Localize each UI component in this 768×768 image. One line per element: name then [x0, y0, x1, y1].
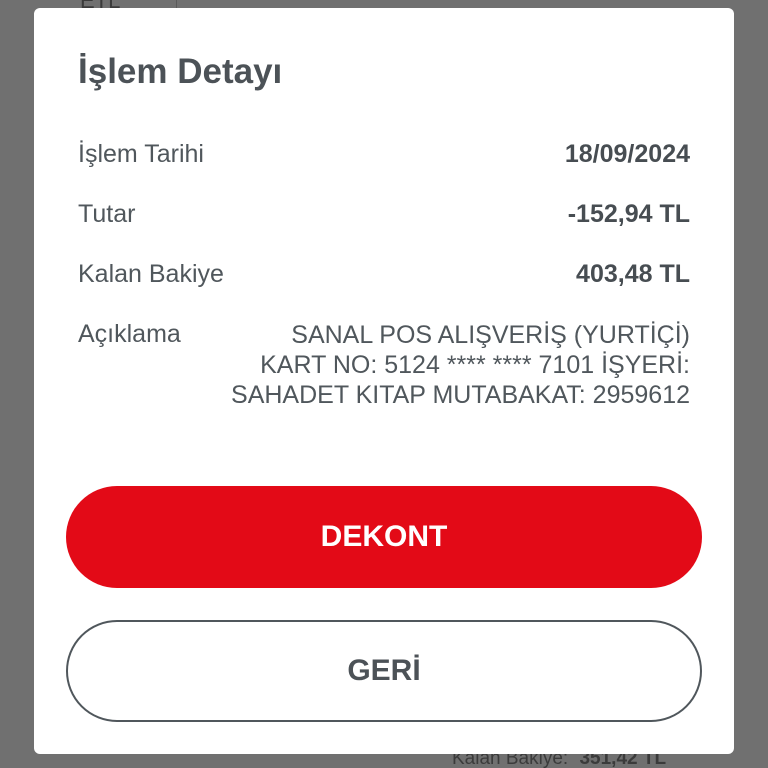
- dialog-title: İşlem Detayı: [78, 52, 283, 91]
- transaction-detail-dialog: İşlem Detayı İşlem Tarihi 18/09/2024 Tut…: [34, 8, 734, 754]
- date-label: İşlem Tarihi: [78, 140, 204, 168]
- back-button[interactable]: GERİ: [66, 620, 702, 722]
- balance-label: Kalan Bakiye: [78, 260, 224, 288]
- detail-row-description: Açıklama SANAL POS ALIŞVERİŞ (YURTİÇİ) K…: [78, 320, 690, 410]
- detail-row-amount: Tutar -152,94 TL: [78, 200, 690, 229]
- detail-row-balance: Kalan Bakiye 403,48 TL: [78, 260, 690, 289]
- amount-label: Tutar: [78, 200, 136, 228]
- description-value: SANAL POS ALIŞVERİŞ (YURTİÇİ) KART NO: 5…: [231, 321, 690, 409]
- amount-value: -152,94 TL: [567, 200, 690, 228]
- background-divider: [176, 0, 177, 8]
- balance-value: 403,48 TL: [576, 260, 690, 288]
- receipt-button[interactable]: DEKONT: [66, 486, 702, 588]
- date-value: 18/09/2024: [564, 140, 690, 168]
- detail-row-date: İşlem Tarihi 18/09/2024: [78, 140, 690, 169]
- description-label: Açıklama: [78, 320, 181, 348]
